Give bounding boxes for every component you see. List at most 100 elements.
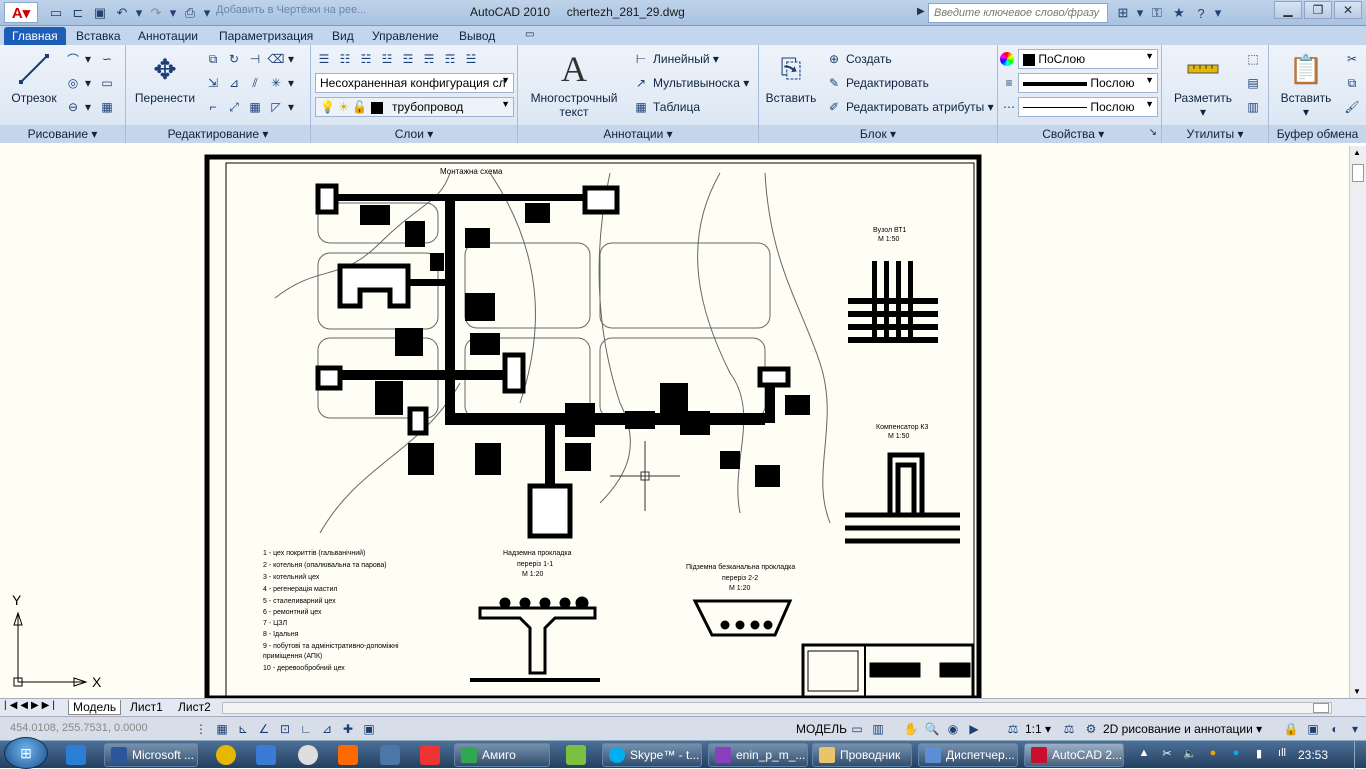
polyline-button[interactable]: ⌒ ▾	[64, 49, 91, 69]
ellipse-button[interactable]: ⊖ ▾	[64, 97, 91, 117]
chrome-icon[interactable]	[216, 745, 236, 765]
horizontal-scrollbar[interactable]	[222, 702, 1332, 714]
drawing-area[interactable]: ▁ ❐ ✕ Монтажна схема Вузол ВТ1 М 1:50 Ко…	[0, 143, 1366, 698]
layer-match-icon[interactable]: ☶	[441, 50, 459, 68]
network-tool-icon[interactable]: ✂	[1159, 747, 1175, 763]
speaker-icon[interactable]: 🔈	[1182, 747, 1198, 763]
taskbar-item-task-manager[interactable]: Диспетчер...	[918, 743, 1018, 767]
dropdown-icon[interactable]: ▾	[134, 4, 144, 22]
scroll-up-icon[interactable]: ▲	[1353, 148, 1361, 157]
hardware-acceleration-icon[interactable]: ▣	[1304, 720, 1325, 738]
quick-view-drawings-icon[interactable]: ▥	[869, 720, 887, 738]
spreadsheet-icon[interactable]	[566, 745, 586, 765]
create-block-button[interactable]: ⊕ Создать	[825, 49, 892, 69]
match-properties-icon[interactable]	[1000, 49, 1017, 69]
close-button[interactable]: ✕	[1334, 1, 1362, 19]
restore-button[interactable]: ❐	[1304, 1, 1332, 19]
showmotion-icon[interactable]: ▶	[965, 720, 983, 738]
scroll-thumb[interactable]	[1352, 164, 1364, 182]
layer-properties-icon[interactable]: ☰	[315, 50, 333, 68]
stretch-icon[interactable]: ⇲	[204, 74, 222, 92]
start-button[interactable]: ⊞	[4, 737, 48, 769]
clock[interactable]: 23:53	[1298, 748, 1328, 762]
show-desktop-button[interactable]	[1354, 741, 1366, 769]
copy-clip-icon[interactable]: ⧉	[1343, 73, 1364, 93]
grid-icon[interactable]: ▦	[213, 720, 231, 738]
vk-icon[interactable]	[380, 745, 400, 765]
array-icon[interactable]: ▦	[246, 98, 264, 116]
paste-button[interactable]: 📋 Вставить ▾	[1273, 49, 1339, 120]
dropdown-icon[interactable]: ▾	[202, 4, 212, 22]
redo-icon[interactable]: ↷	[146, 4, 166, 22]
tab-sheet1[interactable]: Лист1	[126, 700, 167, 714]
layer-lock-icon[interactable]: ☴	[420, 50, 438, 68]
scroll-down-icon[interactable]: ▼	[1353, 687, 1361, 696]
layer-walk-icon[interactable]: ☱	[462, 50, 480, 68]
status-menu-icon[interactable]: ▾	[1346, 720, 1366, 738]
taskbar-item-autocad[interactable]: AutoCAD 2...	[1024, 743, 1124, 767]
model-space-button[interactable]: МОДЕЛЬ	[796, 720, 847, 738]
mtext-button[interactable]: A Многострочный текст	[526, 49, 622, 119]
layer-off-icon[interactable]: ☳	[378, 50, 396, 68]
tab-home[interactable]: Главная	[4, 27, 66, 45]
linear-dimension-button[interactable]: ⊢ Линейный ▾	[632, 49, 719, 69]
copy-icon[interactable]: ⧉	[204, 50, 222, 68]
lineweight-select[interactable]: Послою ▼	[1018, 73, 1158, 93]
show-hidden-icons[interactable]: ▲	[1136, 747, 1152, 763]
taskbar-item-explorer[interactable]: Проводник	[812, 743, 912, 767]
explode-icon[interactable]: ✳	[267, 74, 285, 92]
layer-freeze-icon[interactable]: ☲	[399, 50, 417, 68]
zoom-icon[interactable]: 🔍	[923, 720, 941, 738]
open-file-icon[interactable]: ⊏	[68, 4, 88, 22]
media-icon[interactable]	[256, 745, 276, 765]
layout-nav-icon[interactable]: |◀◀▶▶|	[4, 700, 58, 711]
search-expand-icon[interactable]: ▶	[917, 6, 925, 17]
tab-sheet2[interactable]: Лист2	[174, 700, 215, 714]
skype-tray-icon[interactable]: ●	[1228, 747, 1244, 763]
ribbon-minimize-icon[interactable]: ▭	[525, 27, 534, 45]
tab-view[interactable]: Вид	[332, 27, 354, 45]
osnap-icon[interactable]: ⊡	[276, 720, 294, 738]
rectangle-button[interactable]: ▭	[98, 73, 119, 93]
h-scroll-thumb[interactable]	[1313, 703, 1329, 713]
lwt-icon[interactable]: ▣	[360, 720, 378, 738]
hatch-button[interactable]: ▦	[98, 97, 119, 117]
spline-button[interactable]: ∽	[98, 49, 119, 69]
move-button[interactable]: ✥ Перенести	[132, 49, 198, 106]
measure-button[interactable]: Разметить ▾	[1168, 49, 1238, 119]
odnoklassniki-icon[interactable]	[338, 745, 358, 765]
edit-block-button[interactable]: ✎ Редактировать	[825, 73, 929, 93]
tab-parametric[interactable]: Параметризация	[219, 27, 313, 45]
tab-output[interactable]: Вывод	[459, 27, 495, 45]
search-input[interactable]: Введите ключевое слово/фразу	[928, 3, 1108, 23]
circle-button[interactable]: ◎ ▾	[64, 73, 91, 93]
layer-isolate-icon[interactable]: ☵	[357, 50, 375, 68]
tab-manage[interactable]: Управление	[372, 27, 439, 45]
minimize-button[interactable]: ▁	[1274, 1, 1302, 19]
print-icon[interactable]: ⎙	[180, 4, 200, 22]
annotation-scale[interactable]: ⚖ 1:1 ▾	[1004, 720, 1051, 738]
tab-annotate[interactable]: Аннотации	[138, 27, 198, 45]
color-select[interactable]: ПоСлою ▼	[1018, 49, 1158, 69]
line-button[interactable]: Отрезок	[8, 49, 60, 105]
vertical-scrollbar[interactable]: ▲ ▼	[1349, 146, 1366, 698]
dyn-icon[interactable]: ✚	[339, 720, 357, 738]
offset-icon[interactable]: ⫽	[246, 74, 264, 92]
antivirus-icon[interactable]: ●	[1205, 747, 1221, 763]
layer-select[interactable]: 💡 ☀ 🔓 трубопровод ▼	[315, 97, 514, 117]
panel-modify-title[interactable]: Редактирование ▾	[126, 125, 310, 143]
ie-icon[interactable]	[66, 745, 86, 765]
help-icon[interactable]: ?	[1191, 4, 1211, 22]
dropdown-icon[interactable]: ▾	[168, 4, 178, 22]
tab-insert[interactable]: Вставка	[76, 27, 121, 45]
insert-block-button[interactable]: ⎘ Вставить	[763, 49, 819, 105]
layer-state-select[interactable]: Несохраненная конфигурация сл ▼	[315, 73, 514, 93]
panel-block-title[interactable]: Блок ▾	[759, 125, 997, 143]
favorites-star-icon[interactable]: ★	[1169, 4, 1189, 22]
quick-select-icon[interactable]: ⬚	[1244, 49, 1265, 69]
background-window-tab[interactable]: Добавить в Чертёжи на рее...	[216, 4, 396, 22]
annotation-visibility[interactable]: ⚖	[1060, 720, 1081, 738]
scale-icon[interactable]: ⤢	[225, 98, 243, 116]
panel-draw-title[interactable]: Рисование ▾	[0, 125, 125, 143]
autocad-logo-icon[interactable]: A▾	[4, 2, 38, 23]
